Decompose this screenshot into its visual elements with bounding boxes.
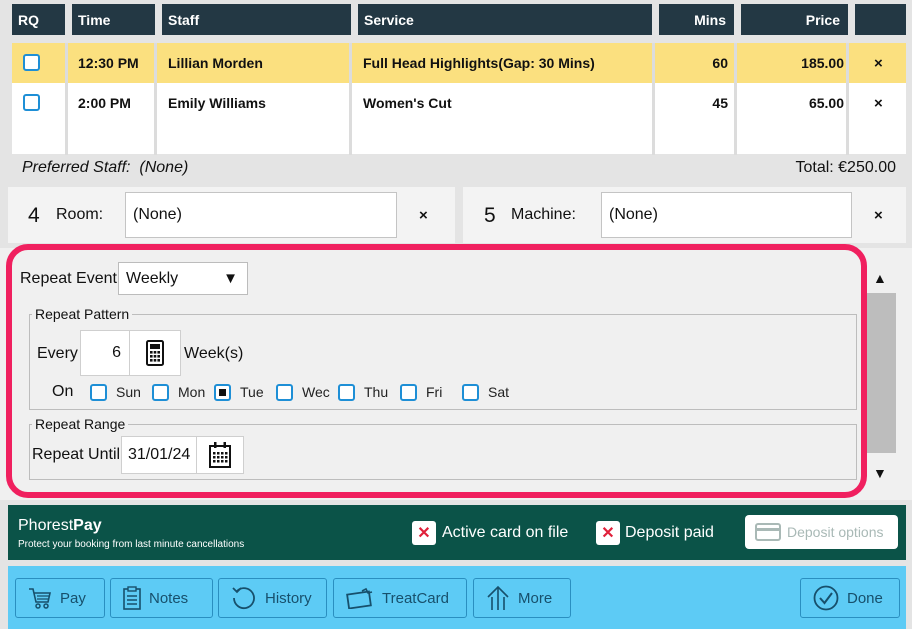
deposit-status-icon: ✕ [596, 521, 620, 545]
row-staff: Emily Williams [168, 95, 266, 111]
row-service: Women's Cut [363, 95, 452, 111]
done-button[interactable]: Done [800, 578, 900, 618]
machine-label: Machine: [511, 206, 576, 223]
phorest-pay-title: PhorestPay [18, 517, 102, 534]
room-label: Room: [56, 206, 104, 223]
header-price: Price [741, 4, 848, 35]
remove-service-button[interactable]: × [874, 43, 883, 83]
row-price: 65.00 [808, 95, 844, 111]
notes-button[interactable]: Notes [110, 578, 213, 618]
more-button[interactable]: More [473, 578, 571, 618]
treatcard-button[interactable]: TreatCard [333, 578, 467, 618]
scroll-down-icon[interactable]: ▼ [873, 465, 887, 481]
header-service: Service [358, 4, 652, 35]
column-divider [65, 43, 68, 155]
history-button[interactable]: History [218, 578, 327, 618]
row-price: 185.00 [801, 55, 844, 71]
header-actions [855, 4, 906, 35]
table-row[interactable]: 2:00 PM Emily Williams Women's Cut 45 65… [12, 83, 906, 123]
scroll-up-icon[interactable]: ▲ [873, 270, 887, 286]
services-table: RQ Time Staff Service Mins Price 12:30 P… [12, 4, 906, 155]
active-card-status-icon: ✕ [412, 521, 436, 545]
column-divider [846, 43, 849, 155]
table-row[interactable]: 12:30 PM Lillian Morden Full Head Highli… [12, 43, 906, 83]
row-request-checkbox[interactable] [23, 94, 40, 111]
active-card-label: Active card on file [442, 524, 569, 541]
row-request-checkbox[interactable] [23, 54, 40, 71]
check-circle-icon [813, 585, 839, 611]
row-staff: Lillian Morden [168, 55, 263, 71]
column-divider [349, 43, 352, 155]
machine-select[interactable]: (None) [601, 192, 852, 238]
header-mins: Mins [659, 4, 734, 35]
history-icon [232, 587, 255, 610]
machine-number: 5 [484, 204, 496, 227]
pay-button[interactable]: Pay [15, 578, 105, 618]
preferred-staff: Preferred Staff: (None) [22, 159, 188, 177]
preferred-staff-value: (None) [139, 159, 189, 176]
bottom-toolbar: Pay Notes History TreatCard More Done [8, 566, 906, 629]
row-time: 2:00 PM [78, 95, 131, 111]
row-time: 12:30 PM [78, 55, 139, 71]
preferred-staff-label: Preferred Staff: [22, 159, 131, 176]
remove-service-button[interactable]: × [874, 83, 883, 123]
header-rq: RQ [12, 4, 65, 35]
treatcard-icon [346, 587, 373, 609]
cart-icon [29, 588, 51, 609]
credit-card-icon [755, 523, 781, 541]
column-divider [154, 43, 157, 155]
row-mins: 45 [712, 95, 728, 111]
up-arrow-icon [487, 585, 509, 610]
header-time: Time [72, 4, 155, 35]
row-service: Full Head Highlights(Gap: 30 Mins) [363, 55, 595, 71]
appointment-editor: RQ Time Staff Service Mins Price 12:30 P… [0, 0, 912, 629]
clipboard-icon [123, 586, 141, 610]
machine-panel: 5 Machine: (None) × [463, 187, 906, 243]
column-divider [652, 43, 655, 155]
row-mins: 60 [712, 55, 728, 71]
scrollbar-thumb[interactable] [866, 293, 896, 453]
empty-row[interactable] [12, 123, 906, 154]
total-price: Total: €250.00 [795, 159, 896, 176]
column-divider [734, 43, 737, 155]
room-panel: 4 Room: (None) × [8, 187, 455, 243]
room-number: 4 [28, 204, 40, 227]
highlight-outline [6, 244, 867, 498]
room-select[interactable]: (None) [125, 192, 397, 238]
deposit-paid-label: Deposit paid [625, 524, 714, 541]
phorest-pay-bar: PhorestPay Protect your booking from las… [8, 505, 906, 560]
clear-machine-button[interactable]: × [874, 207, 883, 224]
deposit-options-button[interactable]: Deposit options [745, 515, 898, 549]
phorest-pay-subtitle: Protect your booking from last minute ca… [18, 539, 245, 550]
clear-room-button[interactable]: × [419, 207, 428, 224]
header-staff: Staff [162, 4, 351, 35]
